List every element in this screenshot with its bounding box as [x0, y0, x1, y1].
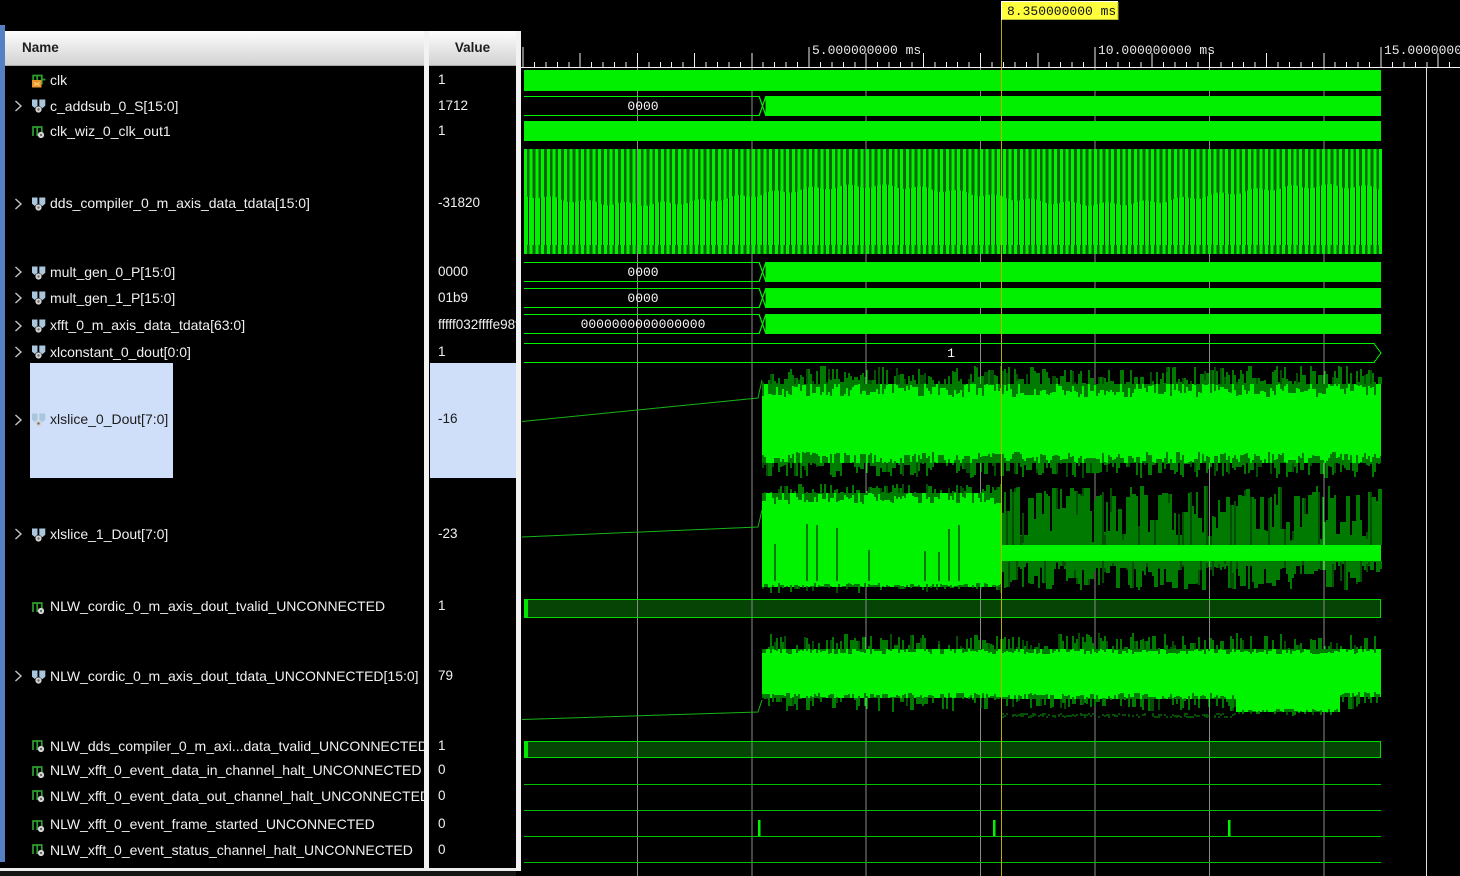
svg-text:0000: 0000 [627, 99, 658, 114]
svg-text:5.000000000 ms: 5.000000000 ms [812, 43, 921, 58]
svg-text:0000: 0000 [627, 265, 658, 280]
svg-text:0000000000000000: 0000000000000000 [581, 317, 706, 332]
svg-text:0000: 0000 [627, 291, 658, 306]
svg-text:10.000000000 ms: 10.000000000 ms [1098, 43, 1215, 58]
svg-text:8.350000000 ms: 8.350000000 ms [1007, 4, 1116, 19]
svg-text:1: 1 [947, 346, 955, 361]
svg-text:15.000000000 ms: 15.000000000 ms [1384, 43, 1460, 58]
